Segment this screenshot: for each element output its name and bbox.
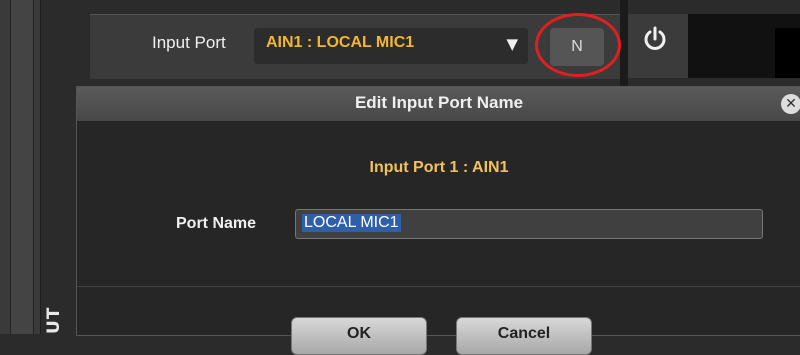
left-panel-inner [10,0,34,334]
vertical-section-label: UT [44,306,64,334]
top-right-edge [775,28,800,78]
ok-button[interactable]: OK [291,317,427,355]
highlight-circle-annotation [535,13,621,77]
dialog-title: Edit Input Port Name [354,93,524,112]
port-name-field[interactable]: LOCAL MIC1 [295,209,763,239]
power-icon[interactable] [642,26,668,54]
dialog-subtitle: Input Port 1 : AIN1 [369,159,509,176]
left-panel [0,0,41,334]
dialog-titlebar[interactable]: Edit Input Port Name ✕ [77,87,800,122]
cancel-button[interactable]: Cancel [456,317,592,355]
chevron-down-icon[interactable]: ▼ [506,35,518,53]
input-port-label: Input Port [152,33,226,52]
selected-port-value: AIN1 : LOCAL MIC1 [266,34,415,51]
dialog-divider [77,286,800,287]
port-name-selected-text[interactable]: LOCAL MIC1 [302,214,401,232]
edit-port-name-dialog: Edit Input Port Name ✕ Input Port 1 : AI… [76,86,800,355]
input-port-select[interactable]: AIN1 : LOCAL MIC1 ▼ [254,28,528,64]
close-icon[interactable]: ✕ [781,94,800,114]
port-name-label: Port Name [176,215,257,232]
top-divider [620,0,628,90]
